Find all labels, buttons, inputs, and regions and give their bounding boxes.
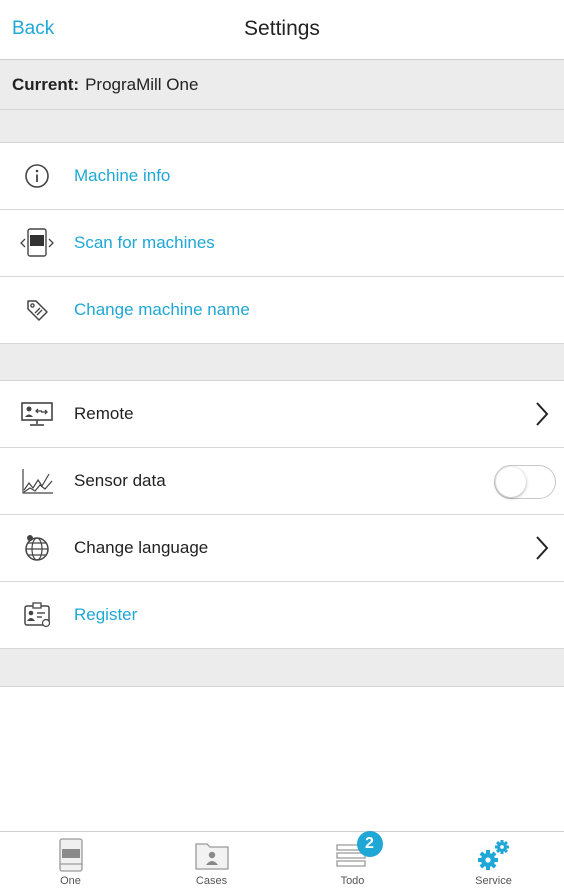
remote-desktop-icon — [17, 398, 57, 430]
tab-one[interactable]: One — [0, 832, 141, 894]
chevron-right-icon — [534, 401, 550, 432]
gears-icon — [474, 837, 514, 873]
tag-icon — [17, 294, 57, 326]
change-machine-name-label: Change machine name — [74, 300, 250, 319]
register-id-card-icon — [17, 599, 57, 631]
current-machine-bar: Current: PrograMill One — [0, 60, 564, 110]
todo-stack-icon: 2 — [335, 831, 383, 873]
scan-for-machines-label: Scan for machines — [74, 233, 215, 252]
navigation-bar: Back Settings — [0, 0, 564, 60]
globe-icon — [17, 532, 57, 564]
machine-info-label: Machine info — [74, 166, 171, 185]
page-title: Settings — [244, 17, 320, 40]
current-machine-name: PrograMill One — [85, 74, 199, 94]
change-machine-name-row[interactable]: Change machine name — [0, 277, 564, 344]
section-spacer — [0, 110, 564, 143]
sensor-chart-icon — [17, 465, 57, 497]
machine-info-row[interactable]: Machine info — [0, 143, 564, 210]
section-spacer — [0, 344, 564, 381]
info-icon — [17, 160, 57, 192]
remote-row[interactable]: Remote — [0, 381, 564, 448]
change-language-row[interactable]: Change language — [0, 515, 564, 582]
tab-one-label: One — [60, 875, 81, 887]
toggle-knob — [496, 467, 526, 497]
chevron-right-icon — [534, 535, 550, 566]
sensor-data-label: Sensor data — [74, 471, 166, 490]
remote-label: Remote — [74, 404, 134, 423]
scan-machines-icon — [17, 227, 57, 259]
tab-cases[interactable]: Cases — [141, 832, 282, 894]
current-label: Current: — [12, 74, 80, 94]
cases-folder-icon — [194, 837, 230, 873]
machine-icon — [57, 837, 85, 873]
tab-todo-label: Todo — [340, 875, 365, 887]
sensor-data-toggle[interactable] — [494, 465, 556, 499]
tab-service-label: Service — [475, 875, 512, 887]
tab-bar: One Cases 2 Todo Service — [0, 831, 564, 894]
section-spacer — [0, 649, 564, 687]
tab-cases-label: Cases — [195, 875, 228, 887]
tab-todo[interactable]: 2 Todo — [282, 831, 423, 894]
scan-for-machines-row[interactable]: Scan for machines — [0, 210, 564, 277]
tab-service[interactable]: Service — [423, 832, 564, 894]
change-language-label: Change language — [74, 538, 209, 557]
sensor-data-row: Sensor data — [0, 448, 564, 515]
todo-badge: 2 — [356, 831, 383, 857]
register-row[interactable]: Register — [0, 582, 564, 649]
register-label: Register — [74, 605, 138, 624]
